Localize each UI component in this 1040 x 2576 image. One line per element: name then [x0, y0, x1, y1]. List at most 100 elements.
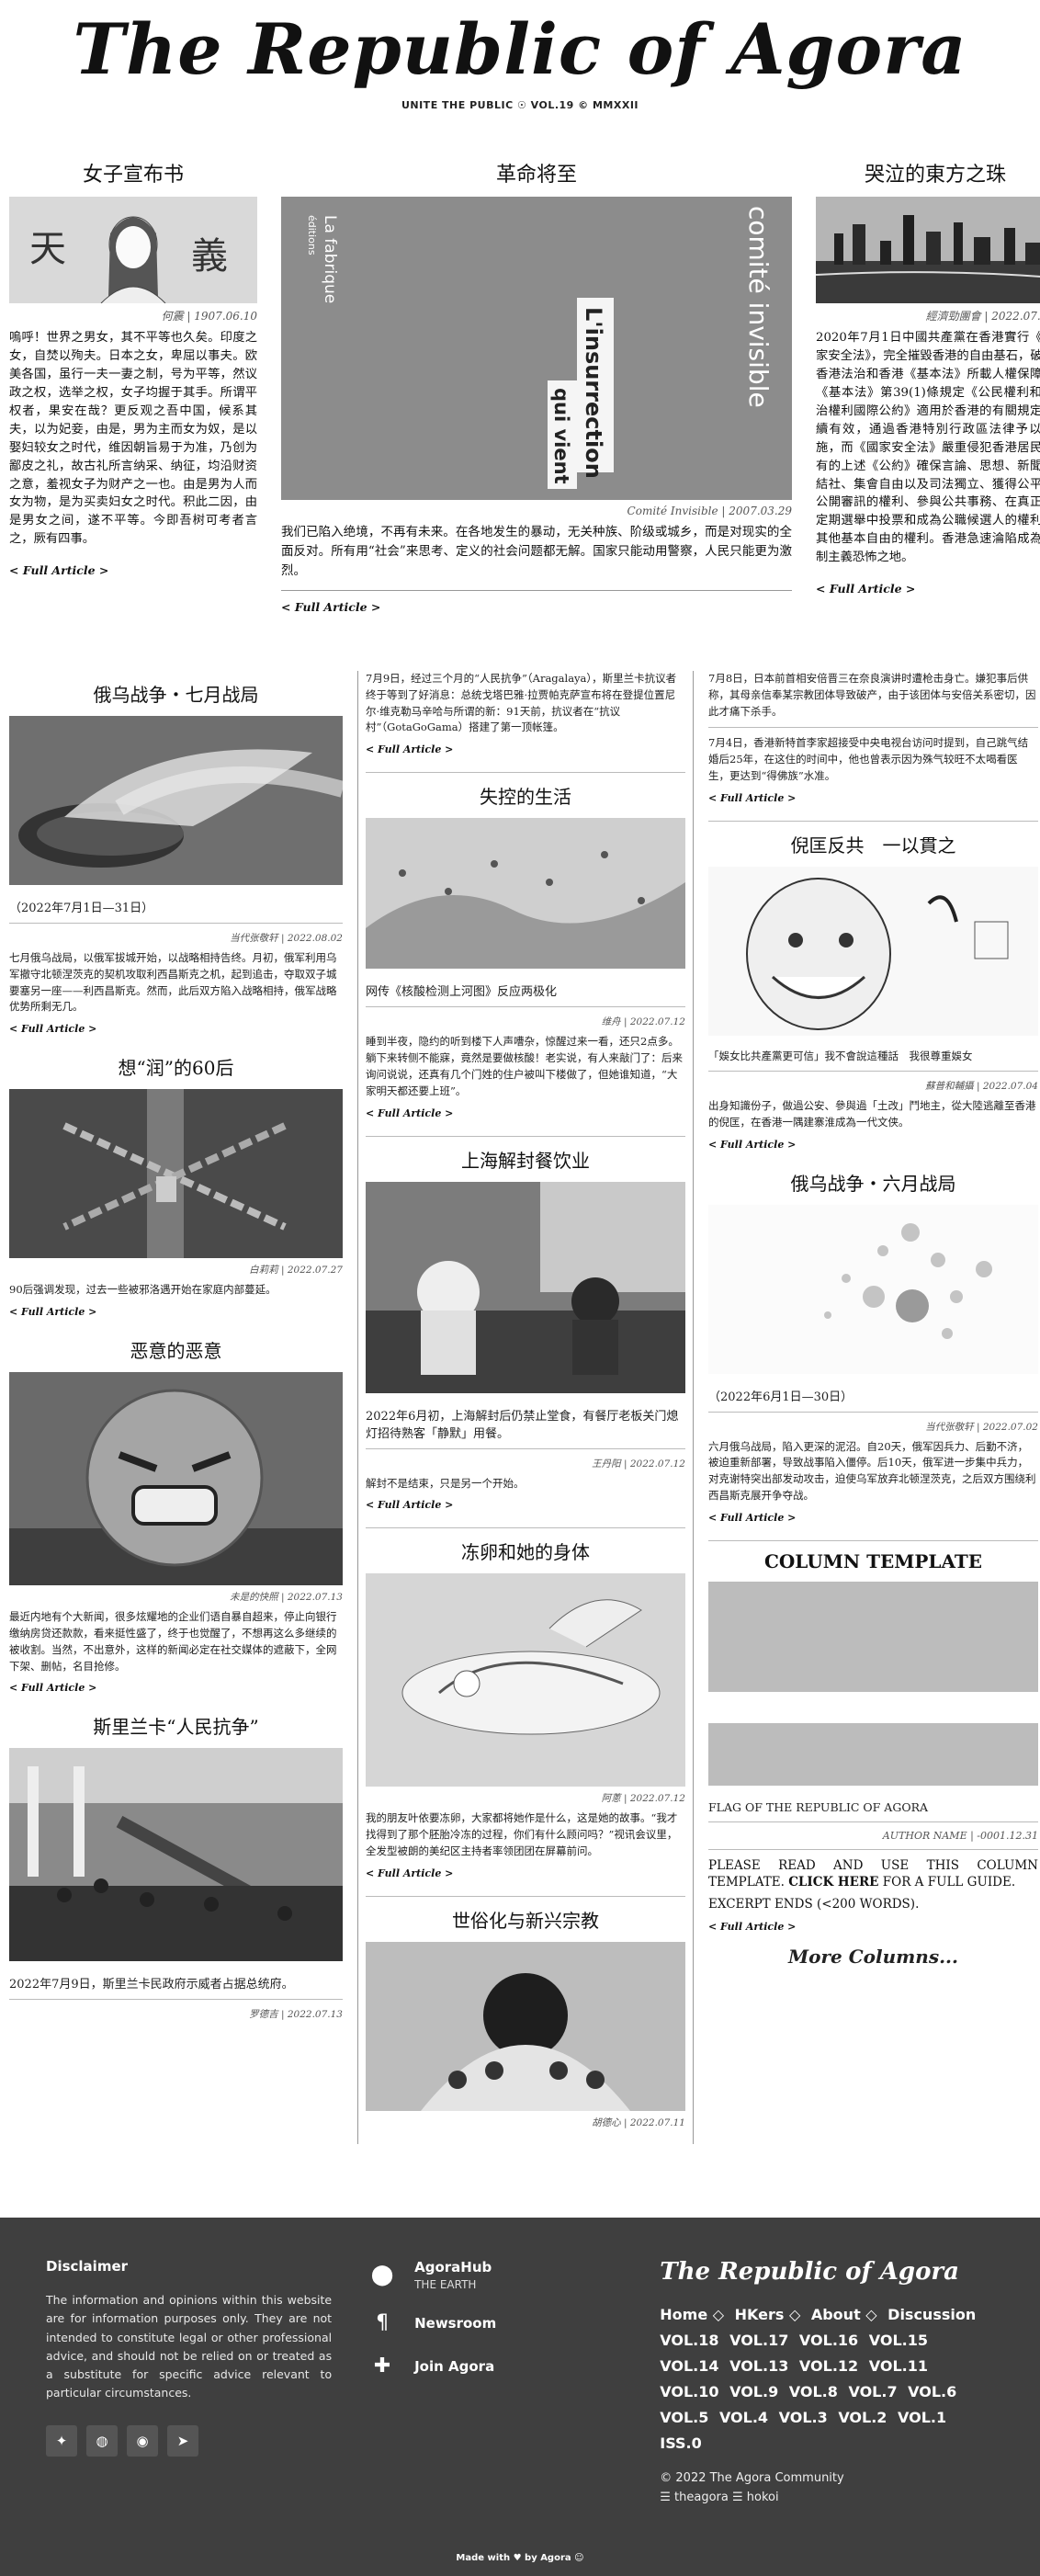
reddit-icon[interactable]: ◉ — [127, 2424, 158, 2457]
article-card: 恶意的恶意 未是的快照 | 2022.07.13 最近内地有个大新闻，很多炫耀地… — [9, 1336, 343, 1703]
volume-link[interactable]: VOL.15 — [869, 2332, 928, 2349]
volume-link[interactable]: VOL.12 — [799, 2357, 858, 2375]
footer-nav-item[interactable]: HKers ◇ — [735, 2306, 806, 2323]
footer-nav-item[interactable]: Discussion — [887, 2306, 976, 2323]
article-title[interactable]: 世俗化与新兴宗教 — [366, 1906, 685, 1933]
full-article-link[interactable]: < Full Article > — [9, 1306, 343, 1318]
location-pin-icon: ⬤ — [370, 2263, 394, 2287]
newsroom-link[interactable]: ¶ Newsroom — [368, 2311, 632, 2334]
full-article-link[interactable]: < Full Article > — [9, 563, 257, 577]
full-article-link[interactable]: < Full Article > — [366, 1499, 685, 1511]
article-title[interactable]: 哭泣的東方之珠 — [816, 158, 1040, 187]
grid-column-left: 俄乌战争・七月战局 （2022年7月1日—31日） 当代张敬轩 | 2022.0… — [9, 671, 343, 2144]
article-byline: 胡德心 | 2022.07.11 — [592, 2116, 685, 2128]
article-title[interactable]: COLUMN TEMPLATE — [708, 1550, 1038, 1572]
article-card: 想“润”的60后 白莉莉 | 2022.07.27 90后强调发现，过去一些被邪… — [9, 1053, 343, 1327]
article-byline: 阿蔥 | 2022.07.12 — [601, 1793, 685, 1805]
article-title[interactable]: 想“润”的60后 — [9, 1053, 343, 1080]
article-image — [9, 716, 343, 885]
volume-link[interactable]: VOL.4 — [719, 2409, 768, 2426]
article-byline: 当代张敬轩 | 2022.07.02 — [925, 1421, 1038, 1433]
article-title[interactable]: 革命将至 — [281, 158, 792, 187]
article-body: 90后强调发现，过去一些被邪洛遇开始在家庭内部蔓延。 — [9, 1283, 277, 1297]
footer-nav-item[interactable]: About ◇ — [811, 2306, 882, 2323]
full-article-link[interactable]: < Full Article > — [708, 792, 1038, 804]
volume-link[interactable]: VOL.6 — [908, 2383, 956, 2400]
article-title[interactable]: 俄乌战争・六月战局 — [708, 1169, 1038, 1196]
front-center-article: 革命将至 La fabrique éditions comité invisib… — [281, 147, 792, 662]
article-title[interactable]: 女子宣布书 — [9, 158, 257, 187]
svg-text:L'insurrection: L'insurrection — [581, 307, 606, 479]
article-image — [708, 866, 1038, 1036]
article-body: 7月8日，日本前首相安倍晋三在奈良演讲时遭枪击身亡。嫌犯事后供称，其母亲信奉某宗… — [708, 672, 1036, 718]
twitter-icon[interactable]: ✦ — [46, 2424, 77, 2457]
article-card: 7月9日，经过三个月的“人民抗争”（Aragalaya），斯里兰卡抗议者终于等到… — [366, 671, 685, 765]
full-article-link[interactable]: < Full Article > — [816, 582, 1040, 596]
guide-link[interactable]: CLICK HERE — [788, 1875, 878, 1889]
article-title[interactable]: 斯里兰卡“人民抗争” — [9, 1712, 343, 1739]
volume-link[interactable]: VOL.10 — [660, 2383, 718, 2400]
article-card: 俄乌战争・六月战局 （2022年6月1日—30日） 当代张敬轩 | 2022.0… — [708, 1169, 1038, 1533]
volume-link[interactable]: VOL.1 — [898, 2409, 946, 2426]
column-template-card: COLUMN TEMPLATE FLAG OF THE REPUBLIC OF … — [708, 1550, 1038, 1978]
disclaimer-title: Disclaimer — [46, 2258, 129, 2275]
article-card: 失控的生活 网传《核酸检测上河图》反应两极化 维舟 | 2022.07.12 睡… — [366, 782, 685, 1128]
volume-link[interactable]: VOL.13 — [729, 2357, 788, 2375]
volume-link[interactable]: VOL.3 — [779, 2409, 828, 2426]
volume-link[interactable]: VOL.5 — [660, 2409, 708, 2426]
join-agora-link[interactable]: ✚ Join Agora — [368, 2355, 632, 2377]
full-article-link[interactable]: < Full Article > — [9, 1023, 343, 1035]
full-article-link[interactable]: < Full Article > — [708, 1512, 1038, 1524]
svg-text:qui vient: qui vient — [550, 388, 572, 484]
skyline-image — [816, 197, 1040, 303]
volume-link[interactable]: VOL.11 — [869, 2357, 928, 2375]
more-columns-link[interactable]: More Columns... — [708, 1946, 1038, 1968]
article-body: PLEASE READ AND USE THIS COLUMN TEMPLATE… — [708, 1857, 1038, 1889]
site-title[interactable]: The Republic of Agora — [0, 13, 1040, 86]
article-body: 我的朋友叶依要冻卵，大家都将她作是什么，这是她的故事。“我才找得到了那个胚胎冷冻… — [366, 1811, 678, 1857]
article-title[interactable]: 倪匡反共 一以貫之 — [708, 831, 1038, 857]
image-caption: 网传《核酸检测上河图》反应两极化 — [366, 985, 558, 1000]
github-icon[interactable]: ◍ — [86, 2424, 118, 2457]
full-article-link[interactable]: < Full Article > — [366, 1107, 685, 1119]
full-article-link[interactable]: < Full Article > — [708, 1139, 1038, 1151]
article-body: 解封不是结束，只是另一个开始。 — [366, 1476, 525, 1490]
telegram-icon[interactable]: ➤ — [167, 2424, 198, 2457]
article-title[interactable]: 上海解封餐饮业 — [366, 1146, 685, 1173]
footer-brand: The Republic of Agora Home ◇ HKers ◇ Abo… — [660, 2258, 994, 2508]
article-byline: 罗德吉 | 2022.07.13 — [249, 2009, 343, 2021]
article-image: 天 義 — [9, 197, 257, 303]
full-article-link[interactable]: < Full Article > — [9, 1682, 343, 1694]
grid-column-middle: 7月9日，经过三个月的“人民抗争”（Aragalaya），斯里兰卡抗议者终于等到… — [357, 671, 694, 2144]
footer-nav-item[interactable]: Home ◇ — [660, 2306, 729, 2323]
article-byline: 蘇普和輔攝 | 2022.07.04 — [925, 1080, 1038, 1092]
copyright: © 2022 The Agora Community ☰ theagora ☰ … — [660, 2471, 844, 2504]
subline: UNITE THE PUBLIC ☉ VOL.19 © MMXXII — [401, 98, 639, 111]
article-title[interactable]: 失控的生活 — [366, 782, 685, 809]
article-title[interactable]: 恶意的恶意 — [9, 1336, 343, 1363]
full-article-link[interactable]: < Full Article > — [366, 1867, 685, 1879]
volume-link[interactable]: VOL.8 — [789, 2383, 838, 2400]
masthead: The Republic of Agora UNITE THE PUBLIC ☉… — [0, 0, 1040, 147]
full-article-link[interactable]: < Full Article > — [281, 600, 792, 614]
volume-link[interactable]: VOL.18 — [660, 2332, 718, 2349]
volume-link[interactable]: ISS.0 — [660, 2434, 702, 2452]
article-image — [366, 1573, 685, 1787]
placeholder-image — [708, 1581, 1038, 1692]
article-byline: 白莉莉 | 2022.07.27 — [249, 1265, 343, 1277]
volume-link[interactable]: VOL.14 — [660, 2357, 718, 2375]
agorahub-link[interactable]: ⬤ AgoraHub THE EARTH — [368, 2258, 632, 2291]
full-article-link[interactable]: < Full Article > — [366, 743, 685, 755]
volume-link[interactable]: VOL.7 — [848, 2383, 897, 2400]
article-title[interactable]: 冻卵和她的身体 — [366, 1538, 685, 1564]
volume-link[interactable]: VOL.16 — [799, 2332, 858, 2349]
volume-link[interactable]: VOL.9 — [729, 2383, 778, 2400]
full-article-link[interactable]: < Full Article > — [708, 1921, 1038, 1933]
footer-brand-title[interactable]: The Republic of Agora — [660, 2258, 994, 2286]
volume-link[interactable]: VOL.2 — [838, 2409, 887, 2426]
volume-link[interactable]: VOL.17 — [729, 2332, 788, 2349]
front-left-article: 女子宣布书 天 義 何震 | 1907.06.10 嗚呼！世界之男女，其不平等也… — [9, 147, 257, 662]
article-image — [366, 818, 685, 970]
article-card: 斯里兰卡“人民抗争” 2022年7月9日，斯里兰卡民政府示威者占据总统府。 罗德… — [9, 1712, 343, 2036]
article-title[interactable]: 俄乌战争・七月战局 — [9, 680, 343, 707]
